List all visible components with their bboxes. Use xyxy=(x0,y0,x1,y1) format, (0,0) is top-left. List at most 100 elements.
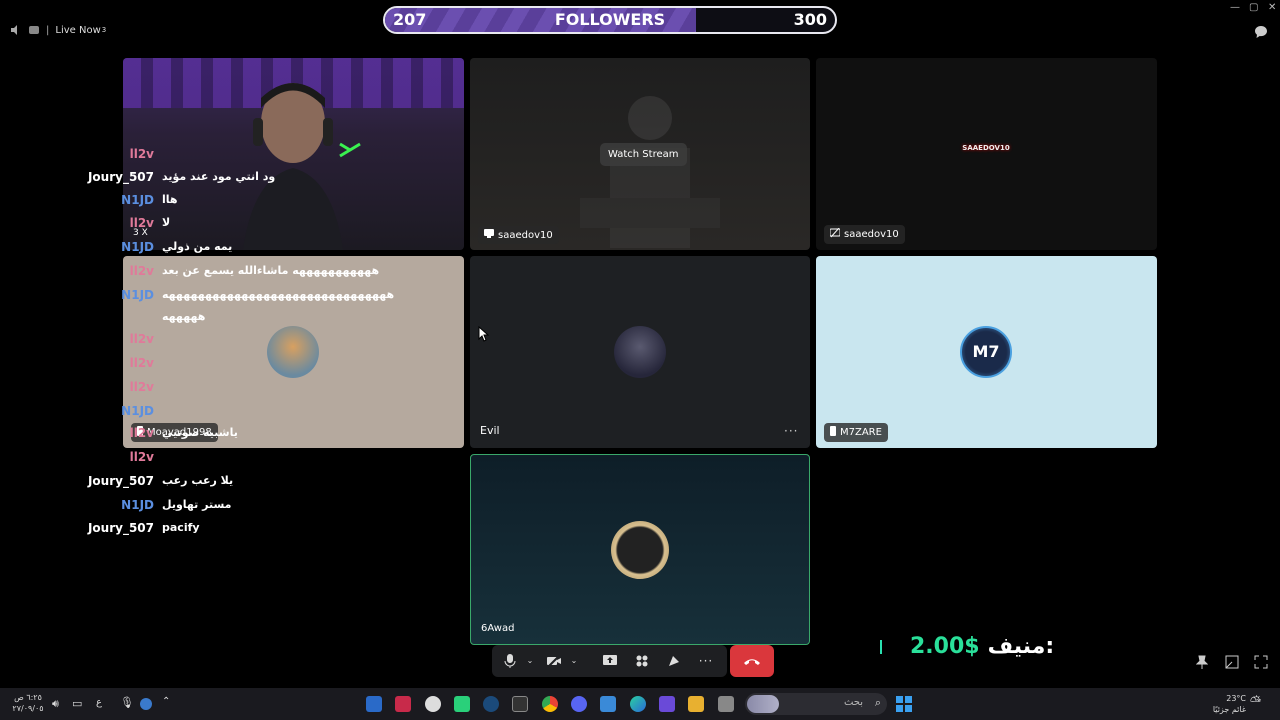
chat-text: هههههههههههههههههههههههههههههههه xyxy=(162,288,395,301)
close-button[interactable]: ✕ xyxy=(1268,2,1276,13)
live-indicator: | Live Now 3 xyxy=(10,24,106,36)
hang-up-button[interactable] xyxy=(730,645,774,677)
search-box[interactable]: بحث ⌕ xyxy=(745,693,887,715)
donation-cursor xyxy=(880,640,882,654)
screen-share-icon[interactable] xyxy=(602,653,618,669)
more-icon[interactable]: ··· xyxy=(698,653,714,669)
settings-app-icon[interactable] xyxy=(425,696,441,712)
weather-temp: 23°C xyxy=(1226,694,1246,703)
microphone-icon[interactable] xyxy=(502,653,518,669)
chat-text: يلا رعب رعب xyxy=(162,474,234,487)
tray-app-icon[interactable] xyxy=(140,698,152,710)
stream1-tag: saaedov10 xyxy=(478,226,559,244)
network-icon[interactable]: ▭ xyxy=(72,697,82,710)
m7zare-logo: M7 xyxy=(972,342,1000,361)
tray-chevron-icon[interactable]: ⌃ xyxy=(162,696,170,707)
followers-goal-bar: 207 FOLLOWERS 300 xyxy=(383,6,837,34)
chat-username: ll2v xyxy=(129,356,154,370)
chat-text: لا xyxy=(162,216,171,229)
discord-icon[interactable] xyxy=(571,696,587,712)
epic-games-icon[interactable] xyxy=(512,696,528,712)
chat-message: N1JD هههههههههههههههههههههههههههههههه xyxy=(60,288,400,306)
chrome-icon[interactable] xyxy=(542,696,558,712)
donation-amount: 2.00$ xyxy=(910,634,980,659)
awad-username: 6Awad xyxy=(481,623,515,634)
chat-message: Joury_507 pacify xyxy=(60,521,400,539)
m7zare-avatar: M7 xyxy=(960,326,1012,378)
maximize-button[interactable]: ▢ xyxy=(1249,2,1258,13)
chat-username: Joury_507 xyxy=(87,170,154,184)
chat-username: N1JD xyxy=(121,240,154,254)
chat-username: ll2v xyxy=(129,264,154,278)
chat-text: هاا xyxy=(162,193,178,206)
live-count: 3 xyxy=(101,26,107,34)
stream-tile-1[interactable]: Watch Stream saaedov10 xyxy=(470,58,810,250)
clock[interactable]: ٦:٢٥ ص ٢٧/٠٩/٠٥ xyxy=(8,692,48,714)
task-view-icon[interactable] xyxy=(718,696,734,712)
mic-tray-icon[interactable]: 🎙︎ xyxy=(120,696,134,709)
chat-username: ll2v xyxy=(129,147,154,161)
m7zare-tile[interactable]: M7 M7ZARE xyxy=(816,256,1157,448)
phone-hangup-icon xyxy=(744,659,760,665)
awad-tile[interactable]: 6Awad xyxy=(470,454,810,645)
clock-date: ٢٧/٠٩/٠٥ xyxy=(12,704,44,713)
chat-message: N1JD مستر تهاويل xyxy=(60,498,400,516)
stream-tile-2[interactable]: SAAEDOV10 saaedov10 xyxy=(816,58,1157,250)
file-explorer-icon[interactable] xyxy=(688,696,704,712)
evil-username: Evil xyxy=(480,424,500,437)
chat-message: ll2v xyxy=(60,147,400,165)
game-app-icon[interactable] xyxy=(454,696,470,712)
chat-username: ll2v xyxy=(129,216,154,230)
clock-time: ٦:٢٥ ص xyxy=(14,693,42,702)
mobile-icon xyxy=(830,426,836,439)
chat-text: هههههههههههه ماشاءالله يسمع عن بعد xyxy=(162,264,380,277)
pin-icon[interactable] xyxy=(1195,654,1209,673)
m7zare-tag: M7ZARE xyxy=(824,423,888,442)
followers-goal: 300 xyxy=(793,10,827,29)
minimize-button[interactable]: — xyxy=(1230,2,1240,13)
language-indicator[interactable]: ع xyxy=(96,697,102,708)
camera-options-chevron-icon[interactable]: ⌄ xyxy=(566,653,582,669)
watch-stream-button[interactable]: Watch Stream xyxy=(600,143,687,166)
chat-message: Joury_507 ود انتي مود عند مؤيد xyxy=(60,170,400,188)
chat-message: ll2v xyxy=(60,356,400,374)
weather-widget[interactable]: 23°C غائم جزئيًا xyxy=(1204,693,1246,715)
chat-bubble-icon[interactable] xyxy=(1254,24,1268,43)
chat-username: ll2v xyxy=(129,426,154,440)
donation-display: 2.00$ منيف: xyxy=(910,634,1054,659)
mic-options-chevron-icon[interactable]: ⌄ xyxy=(522,653,538,669)
separator: | xyxy=(46,24,50,36)
store-icon[interactable] xyxy=(600,696,616,712)
more-options-button[interactable]: ··· xyxy=(784,424,798,438)
fullscreen-icon[interactable] xyxy=(1254,654,1268,673)
chat-message: هههههه xyxy=(60,310,400,328)
stream2-logo: SAAEDOV10 xyxy=(962,144,1010,152)
chat-message: N1JD xyxy=(60,404,400,422)
steam-icon[interactable] xyxy=(483,696,499,712)
volume-icon[interactable]: 🔊︎ xyxy=(52,697,59,711)
evil-tile[interactable]: Evil ··· xyxy=(470,256,810,448)
chat-message: ll2v xyxy=(60,380,400,398)
search-highlight-image xyxy=(747,695,779,713)
edge-icon[interactable] xyxy=(630,696,646,712)
speaker-icon[interactable] xyxy=(10,24,22,36)
start-icon[interactable] xyxy=(896,696,912,712)
stream1-username: saaedov10 xyxy=(498,229,553,241)
m365-icon[interactable] xyxy=(659,696,675,712)
chat-text: يمه من ذولي xyxy=(162,240,233,253)
followers-label: FOLLOWERS xyxy=(554,10,666,29)
chat-message: N1JD هاا xyxy=(60,193,400,211)
soundboard-icon[interactable] xyxy=(666,653,682,669)
chat-username: ll2v xyxy=(129,380,154,394)
chat-message: N1JD يمه من ذولي xyxy=(60,240,400,258)
activities-icon[interactable] xyxy=(634,653,650,669)
chat-text: هههههه xyxy=(162,310,206,323)
chat-text: pacify xyxy=(162,521,200,534)
adobe-app-icon[interactable] xyxy=(395,696,411,712)
popout-icon[interactable] xyxy=(1225,654,1239,673)
app-icon xyxy=(28,24,40,36)
mail-app-icon[interactable] xyxy=(366,696,382,712)
stream2-username: saaedov10 xyxy=(844,229,899,240)
camera-off-icon[interactable] xyxy=(546,653,562,669)
chat-username: ll2v xyxy=(129,332,154,346)
